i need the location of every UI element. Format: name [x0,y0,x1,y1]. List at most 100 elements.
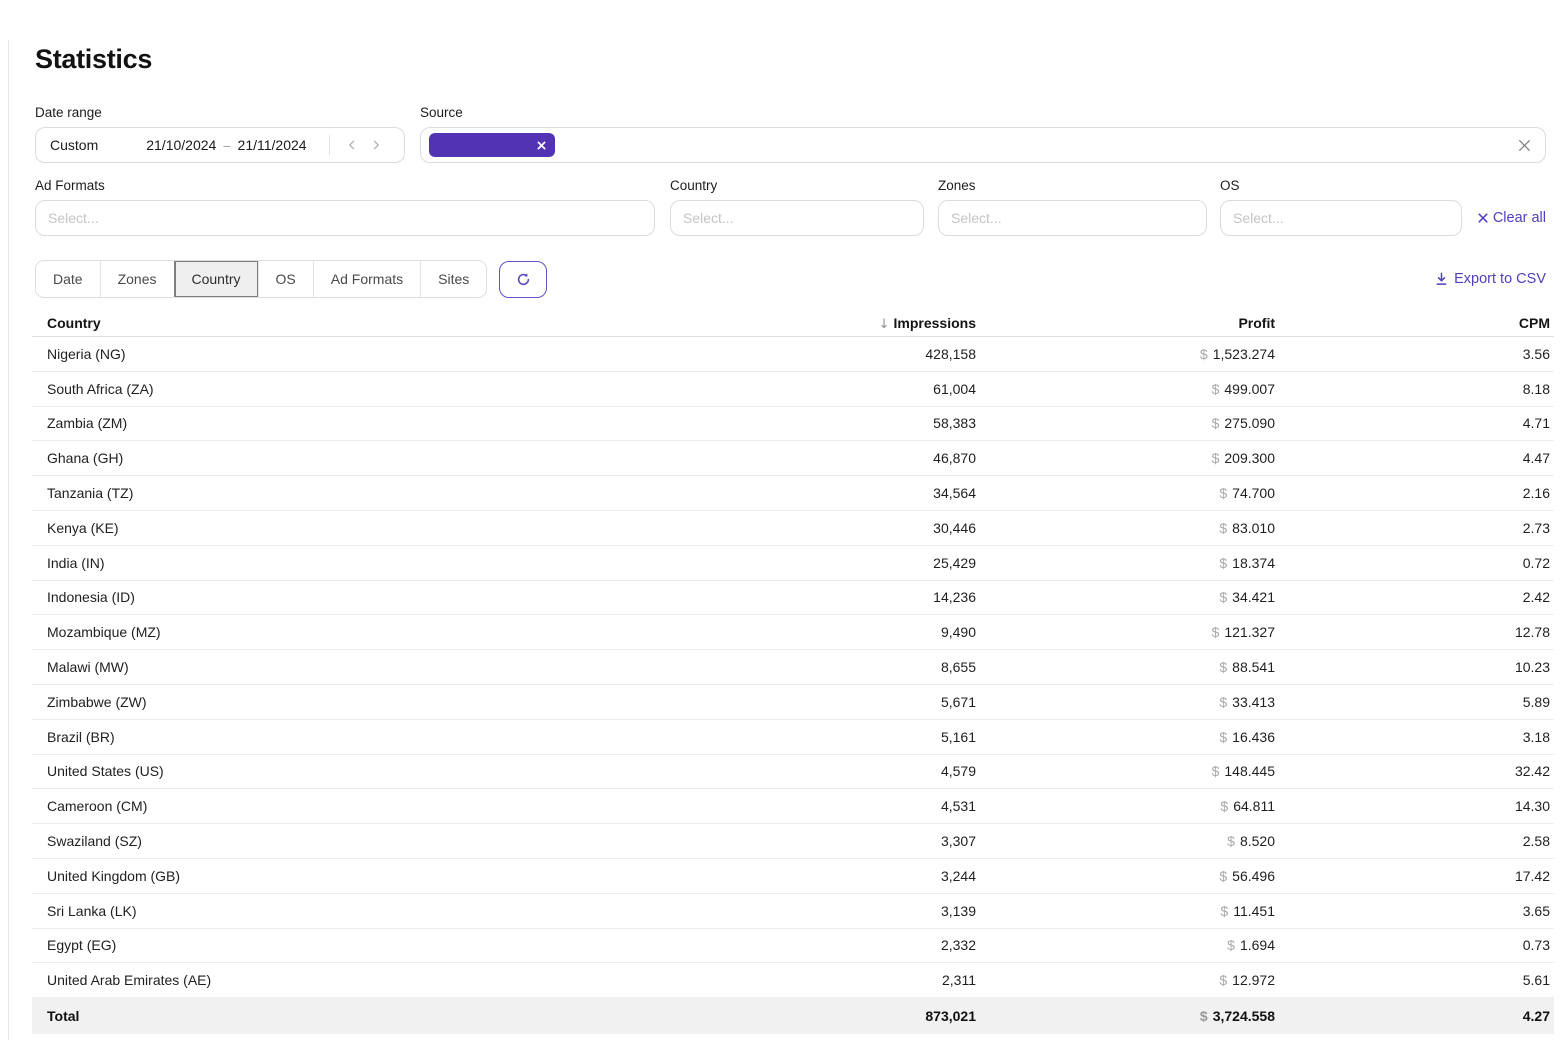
view-toolbar: DateZonesCountryOSAd FormatsSites Export… [35,260,1546,298]
cpm-cell: 3.18 [1275,729,1554,745]
impressions-cell: 2,332 [631,937,976,953]
prev-period-button[interactable] [340,133,364,157]
tab-os[interactable]: OS [259,261,314,297]
currency-symbol: $ [1219,868,1227,884]
profit-cell: $499.007 [976,381,1275,397]
ad-formats-select[interactable]: Select... [35,200,655,236]
source-control[interactable] [420,127,1546,163]
profit-value: 121.327 [1224,624,1275,640]
cpm-cell: 2.58 [1275,833,1554,849]
date-end[interactable]: 21/11/2024 [238,137,307,153]
profit-value: 1.694 [1240,937,1275,953]
cpm-cell: 12.78 [1275,624,1554,640]
table-row: Zimbabwe (ZW)5,671$33.4135.89 [32,685,1554,720]
tab-country[interactable]: Country [175,261,259,297]
country-cell: Ghana (GH) [32,450,631,466]
table-body: Nigeria (NG)428,158$1,523.2743.56South A… [32,337,1554,998]
country-cell: United Arab Emirates (AE) [32,972,631,988]
tab-sites[interactable]: Sites [421,261,486,297]
total-impressions: 873,021 [631,1008,976,1024]
impressions-cell: 8,655 [631,659,976,675]
table-row: Indonesia (ID)14,236$34.4212.42 [32,581,1554,616]
country-cell: Tanzania (TZ) [32,485,631,501]
date-range-mode[interactable]: Custom [50,137,98,153]
profit-value: 18.374 [1232,555,1275,571]
profit-value: 16.436 [1232,729,1275,745]
date-range-values[interactable]: 21/10/2024 – 21/11/2024 [146,137,306,153]
view-tabs: DateZonesCountryOSAd FormatsSites [35,260,487,298]
tab-zones[interactable]: Zones [101,261,175,297]
cpm-cell: 2.73 [1275,520,1554,536]
tab-ad-formats[interactable]: Ad Formats [314,261,421,297]
header-impressions-label: Impressions [894,315,976,331]
cpm-cell: 0.73 [1275,937,1554,953]
next-period-button[interactable] [364,133,388,157]
profit-value: 56.496 [1232,868,1275,884]
source-clear-button[interactable] [1516,137,1533,154]
profit-value: 88.541 [1232,659,1275,675]
currency-symbol: $ [1212,415,1220,431]
os-filter: OS Select... [1220,178,1462,236]
zones-select[interactable]: Select... [938,200,1207,236]
refresh-icon [516,272,531,287]
clear-all-button[interactable]: Clear all [1478,210,1546,226]
currency-symbol: $ [1212,624,1220,640]
header-impressions[interactable]: ↓Impressions [631,315,976,332]
total-label: Total [32,1008,631,1024]
currency-symbol: $ [1219,972,1227,988]
country-filter: Country Select... [670,178,924,236]
impressions-cell: 5,161 [631,729,976,745]
impressions-cell: 25,429 [631,555,976,571]
zones-label: Zones [938,178,1207,193]
table-row: Egypt (EG)2,332$1.6940.73 [32,929,1554,964]
date-divider [329,135,330,155]
chevron-left-icon [346,139,358,151]
ad-formats-placeholder: Select... [48,210,99,226]
impressions-cell: 58,383 [631,415,976,431]
table-row: Cameroon (CM)4,531$64.81114.30 [32,789,1554,824]
chip-remove-icon[interactable] [537,141,546,150]
refresh-button[interactable] [499,261,547,298]
filter-row-primary: Date range Custom 21/10/2024 – 21/11/202… [35,105,1546,163]
os-select[interactable]: Select... [1220,200,1462,236]
header-country[interactable]: Country [32,315,631,331]
table-row: Mozambique (MZ)9,490$121.32712.78 [32,615,1554,650]
date-range-filter: Date range Custom 21/10/2024 – 21/11/202… [35,105,405,163]
currency-symbol: $ [1200,1008,1208,1024]
chevron-right-icon [370,139,382,151]
profit-value: 12.972 [1232,972,1275,988]
table-row: Kenya (KE)30,446$83.0102.73 [32,511,1554,546]
date-range-control[interactable]: Custom 21/10/2024 – 21/11/2024 [35,127,405,163]
country-label: Country [670,178,924,193]
cpm-cell: 3.56 [1275,346,1554,362]
cpm-cell: 4.71 [1275,415,1554,431]
country-cell: India (IN) [32,555,631,571]
profit-value: 64.811 [1233,798,1275,814]
currency-symbol: $ [1200,346,1208,362]
header-cpm[interactable]: CPM [1275,315,1554,331]
tab-date[interactable]: Date [36,261,101,297]
impressions-cell: 4,531 [631,798,976,814]
profit-value: 74.700 [1232,485,1275,501]
table-total-row: Total 873,021 $3,724.558 4.27 [32,998,1554,1034]
profit-cell: $121.327 [976,624,1275,640]
currency-symbol: $ [1219,589,1227,605]
total-profit-value: 3,724.558 [1213,1008,1275,1024]
table-row: Brazil (BR)5,161$16.4363.18 [32,720,1554,755]
country-cell: United Kingdom (GB) [32,868,631,884]
date-start[interactable]: 21/10/2024 [146,137,216,153]
table-row: Zambia (ZM)58,383$275.0904.71 [32,407,1554,442]
profit-value: 148.445 [1224,763,1275,779]
country-placeholder: Select... [683,210,734,226]
export-csv-button[interactable]: Export to CSV [1435,271,1546,287]
profit-cell: $83.010 [976,520,1275,536]
profit-cell: $11.451 [976,903,1275,919]
country-select[interactable]: Select... [670,200,924,236]
source-chip[interactable] [429,133,555,157]
clear-all-x-icon [1478,213,1488,223]
currency-symbol: $ [1212,450,1220,466]
profit-cell: $74.700 [976,485,1275,501]
currency-symbol: $ [1219,659,1227,675]
header-profit[interactable]: Profit [976,315,1275,331]
source-label: Source [420,105,1546,120]
